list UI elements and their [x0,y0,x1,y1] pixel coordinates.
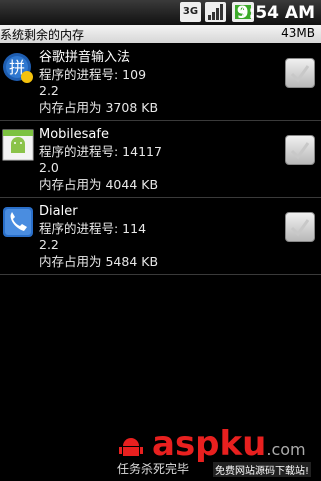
pinyin-ime-icon: 拼 [3,53,33,83]
process-checkbox[interactable] [285,135,315,165]
process-memory: 内存占用为 4044 KB [39,176,159,192]
process-checkbox[interactable] [285,212,315,242]
free-memory-value: 43MB [281,26,315,40]
checkmark-icon [290,219,310,237]
process-name: Dialer [39,204,78,219]
memory-summary-bar: 系统剩余的内存 43MB [0,25,321,43]
status-time: 9:54 AM [236,3,315,23]
list-item[interactable]: Mobilesafe 程序的进程号: 14117 2.0 内存占用为 4044 … [0,121,321,198]
signal-strength-icon [205,2,226,22]
task-status-text: 任务杀死完毕 [117,462,190,476]
process-pid: 程序的进程号: 14117 [39,143,162,159]
process-version: 2.0 [39,160,59,175]
status-bar: 3G 9:54 AM [0,0,321,26]
watermark-brand: aspku.com [152,424,306,464]
checkmark-icon [290,142,310,160]
process-name: 谷歌拼音输入法 [39,50,131,65]
android-app-icon [2,129,34,161]
process-memory: 内存占用为 5484 KB [39,253,159,269]
process-version: 2.2 [39,83,59,98]
process-version: 2.2 [39,237,59,252]
process-checkbox[interactable] [285,58,315,88]
process-pid: 程序的进程号: 114 [39,220,147,236]
checkmark-icon [290,65,310,83]
list-item[interactable]: 拼 谷歌拼音输入法 程序的进程号: 109 2.2 内存占用为 3708 KB [0,44,321,121]
free-memory-label: 系统剩余的内存 [0,28,85,42]
phone-dialer-icon [3,207,33,237]
process-name: Mobilesafe [39,127,109,142]
watermark-slogan: 免费网站源码下载站! [213,462,312,477]
network-3g-icon: 3G [180,2,201,22]
list-item[interactable]: Dialer 程序的进程号: 114 2.2 内存占用为 5484 KB [0,198,321,275]
android-robot-icon [119,438,143,456]
process-list: 拼 谷歌拼音输入法 程序的进程号: 109 2.2 内存占用为 3708 KB … [0,44,321,275]
process-memory: 内存占用为 3708 KB [39,99,159,115]
process-pid: 程序的进程号: 109 [39,66,147,82]
